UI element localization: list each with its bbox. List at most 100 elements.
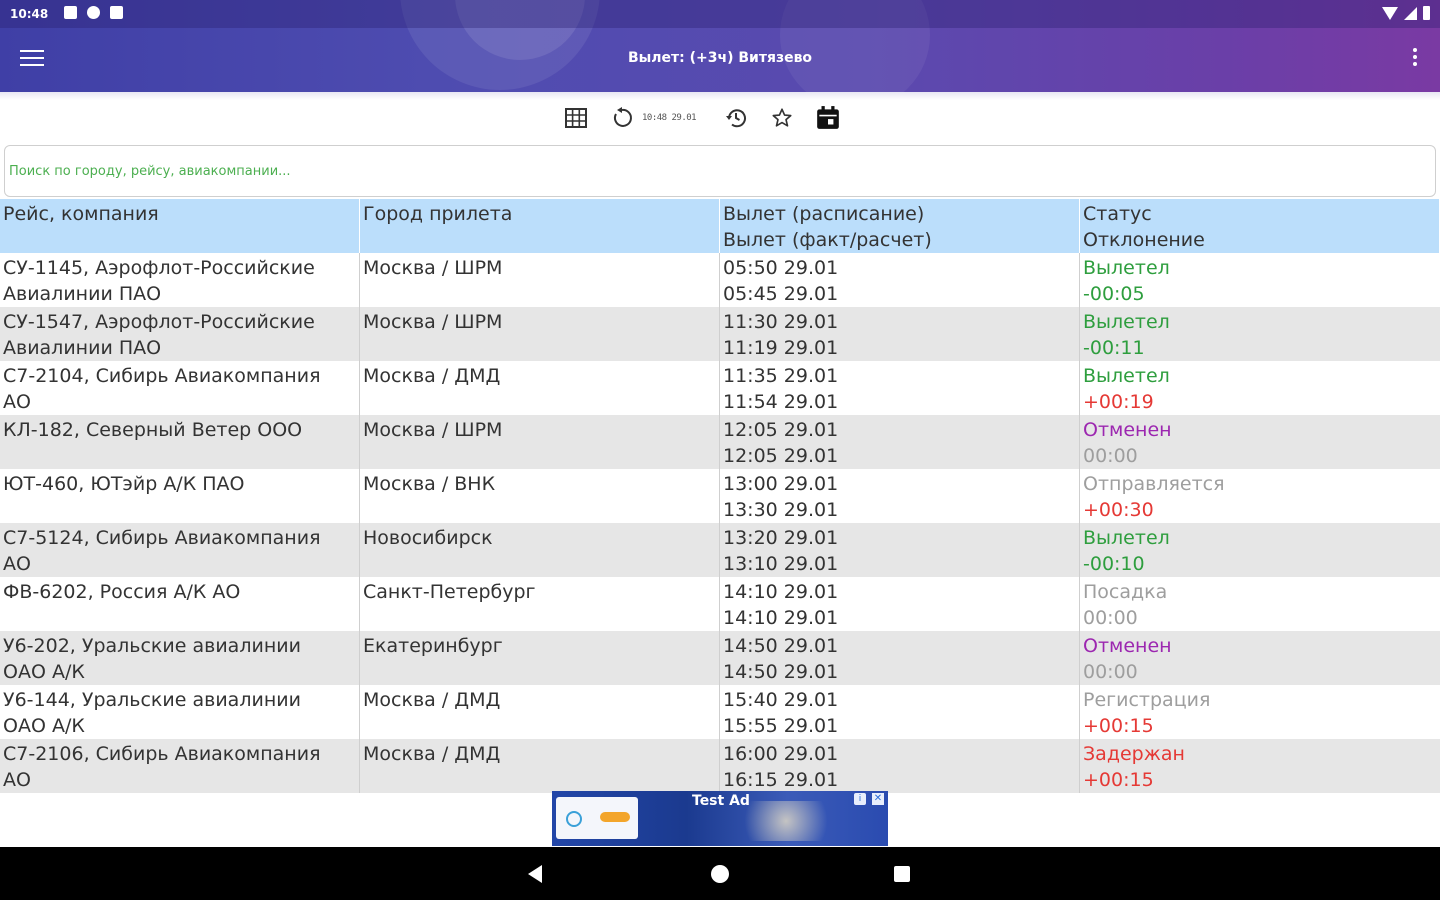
cell-status-text: Задержан <box>1083 743 1185 765</box>
app-bar-shadow <box>0 92 1440 100</box>
cell-flight: С7-5124, Сибирь Авиакомпания АО <box>0 523 360 577</box>
status-time: 10:48 <box>10 7 49 21</box>
cell-city-text: Москва / ШРМ <box>363 257 503 279</box>
table-row[interactable]: У6-202, Уральские авиалинии ОАО А/К Екатер… <box>0 631 1440 685</box>
cell-status-text: +00:19 <box>1083 391 1154 413</box>
cell-departure-time: 13:00 29.01 13:30 29.01 <box>720 469 1080 523</box>
header-label: Отклонение <box>1083 229 1205 251</box>
cell-status-text: Посадка <box>1083 581 1168 603</box>
cell-departure-time-text: 12:05 29.01 <box>723 419 839 441</box>
cell-departure-time-text: 05:50 29.01 <box>723 257 839 279</box>
header-label: Вылет (факт/расчет) <box>723 229 932 251</box>
ad-banner[interactable]: Test Ad i ✕ <box>552 791 888 846</box>
cell-flight: С7-2104, Сибирь Авиакомпания АО <box>0 361 360 415</box>
calendar-icon <box>817 106 839 129</box>
cell-status-text: Вылетел <box>1083 311 1170 333</box>
cell-status: Вылетел -00:05 <box>1080 253 1440 307</box>
ad-info-icon[interactable]: i <box>854 793 866 805</box>
cell-status: Отправляется +00:30 <box>1080 469 1440 523</box>
cell-departure-time-text: 13:30 29.01 <box>723 499 839 521</box>
more-vert-icon[interactable] <box>1412 48 1418 68</box>
column-header-status[interactable]: Статус Отклонение <box>1080 199 1440 253</box>
cell-departure-time: 13:20 29.01 13:10 29.01 <box>720 523 1080 577</box>
column-header-flight[interactable]: Рейс, компания <box>0 199 360 253</box>
cell-city-text: Москва / ДМД <box>363 743 501 765</box>
cell-flight-text: КЛ-182, Северный Ветер ООО <box>3 419 303 441</box>
header-label: Город прилета <box>363 203 513 225</box>
cell-departure-time-text: 12:05 29.01 <box>723 445 839 467</box>
cell-departure-time-text: 11:19 29.01 <box>723 337 839 359</box>
cell-departure-time-text: 13:00 29.01 <box>723 473 839 495</box>
cell-city: Москва / ШРМ <box>360 307 720 361</box>
cell-departure-time: 12:05 29.01 12:05 29.01 <box>720 415 1080 469</box>
header-label: Рейс, компания <box>3 203 159 225</box>
cell-flight-text: Авиалинии ПАО <box>3 283 162 305</box>
cell-city-text: Екатеринбург <box>363 635 503 657</box>
nav-recents-icon[interactable] <box>894 866 910 882</box>
table-row[interactable]: ФВ-6202, Россия А/К АО Санкт-Петербург 14:… <box>0 577 1440 631</box>
column-header-city[interactable]: Город прилета <box>360 199 720 253</box>
cell-flight-text: АО <box>3 553 31 575</box>
cell-flight: СУ-1145, Аэрофлот-Российские Авиалинии ПА… <box>0 253 360 307</box>
nav-back-icon[interactable] <box>528 865 542 883</box>
flights-table: Рейс, компания Город прилета Вылет (расп… <box>0 199 1440 793</box>
cell-status-text: +00:30 <box>1083 499 1154 521</box>
grid-table-button[interactable] <box>560 102 592 134</box>
table-row[interactable]: С7-2106, Сибирь Авиакомпания АО Москва / Д… <box>0 739 1440 793</box>
header-label: Вылет (расписание) <box>723 203 925 225</box>
cell-flight-text: С7-2106, Сибирь Авиакомпания <box>3 743 321 765</box>
cell-flight-text: АО <box>3 769 31 791</box>
cell-status: Отменен 00:00 <box>1080 415 1440 469</box>
cell-flight-text: ОАО А/К <box>3 661 85 683</box>
cell-departure-time: 11:35 29.01 11:54 29.01 <box>720 361 1080 415</box>
ad-image <box>742 801 852 841</box>
cell-departure-time-text: 14:50 29.01 <box>723 635 839 657</box>
search-box <box>4 145 1436 197</box>
cell-city-text: Москва / ШРМ <box>363 419 503 441</box>
refresh-button[interactable] <box>606 102 638 134</box>
battery-icon <box>1423 6 1430 20</box>
column-header-departure-time[interactable]: Вылет (расписание) Вылет (факт/расчет) <box>720 199 1080 253</box>
cell-city-text: Новосибирск <box>363 527 493 549</box>
cell-flight: С7-2106, Сибирь Авиакомпания АО <box>0 739 360 793</box>
cell-status-text: 00:00 <box>1083 661 1138 683</box>
table-row[interactable]: СУ-1145, Аэрофлот-Российские Авиалинии ПА… <box>0 253 1440 307</box>
cell-departure-time-text: 11:30 29.01 <box>723 311 839 333</box>
cell-flight: СУ-1547, Аэрофлот-Российские Авиалинии ПА… <box>0 307 360 361</box>
sd-card-icon <box>110 6 123 19</box>
table-row[interactable]: С7-5124, Сибирь Авиакомпания АО Новосибирс… <box>0 523 1440 577</box>
cell-flight-text: ФВ-6202, Россия А/К АО <box>3 581 241 603</box>
calendar-button[interactable] <box>812 102 844 134</box>
wifi-icon <box>1382 7 1398 20</box>
cell-city-text: Москва / ДМД <box>363 689 501 711</box>
cell-city-text: Москва / ВНК <box>363 473 496 495</box>
cell-city: Санкт-Петербург <box>360 577 720 631</box>
cell-departure-time-text: 11:35 29.01 <box>723 365 839 387</box>
favorite-button[interactable] <box>766 102 798 134</box>
ad-close-icon[interactable]: ✕ <box>872 793 884 805</box>
cell-status-text: Отменен <box>1083 419 1172 441</box>
table-row[interactable]: ЮТ-460, ЮТэйр А/К ПАО Москва / ВНК 13:00 2… <box>0 469 1440 523</box>
cell-departure-time: 14:10 29.01 14:10 29.01 <box>720 577 1080 631</box>
table-header-row: Рейс, компания Город прилета Вылет (расп… <box>0 199 1440 253</box>
cell-status: Регистрация +00:15 <box>1080 685 1440 739</box>
cell-flight-text: ОАО А/К <box>3 715 85 737</box>
search-input[interactable] <box>5 146 1435 196</box>
notification-icon <box>87 6 100 19</box>
table-row[interactable]: СУ-1547, Аэрофлот-Российские Авиалинии ПА… <box>0 307 1440 361</box>
cell-departure-time: 05:50 29.01 05:45 29.01 <box>720 253 1080 307</box>
cell-city: Москва / ДМД <box>360 361 720 415</box>
table-row[interactable]: У6-144, Уральские авиалинии ОАО А/К Москва… <box>0 685 1440 739</box>
history-button[interactable] <box>720 102 752 134</box>
cell-departure-time-text: 14:10 29.01 <box>723 607 839 629</box>
nav-home-icon[interactable] <box>711 865 729 883</box>
cell-departure-time-text: 05:45 29.01 <box>723 283 839 305</box>
cell-flight-text: У6-144, Уральские авиалинии <box>3 689 301 711</box>
cell-flight: ЮТ-460, ЮТэйр А/К ПАО <box>0 469 360 523</box>
header-label: Статус <box>1083 203 1152 225</box>
last-updated-time: 10:48 29.01 <box>642 113 697 123</box>
cell-status-text: Регистрация <box>1083 689 1211 711</box>
table-row[interactable]: КЛ-182, Северный Ветер ООО Москва / ШРМ 12… <box>0 415 1440 469</box>
cell-flight: У6-202, Уральские авиалинии ОАО А/К <box>0 631 360 685</box>
table-row[interactable]: С7-2104, Сибирь Авиакомпания АО Москва / Д… <box>0 361 1440 415</box>
